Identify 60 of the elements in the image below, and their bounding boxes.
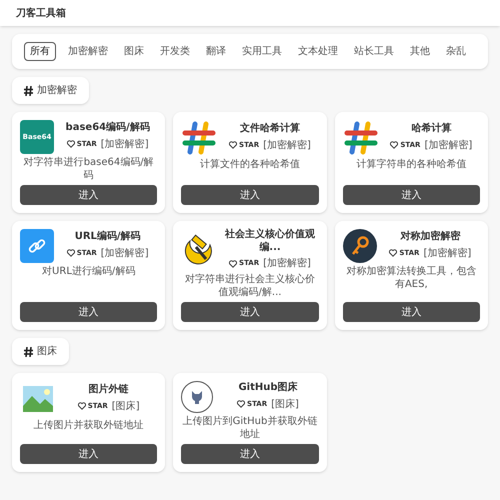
key-icon bbox=[342, 229, 377, 263]
filter-tab[interactable]: 翻译 bbox=[202, 42, 230, 61]
section-heading: 加密解密 bbox=[37, 84, 77, 98]
tool-title: base64编码/解码 bbox=[66, 122, 150, 135]
filter-tab[interactable]: 其他 bbox=[406, 42, 434, 61]
enter-button[interactable]: 进入 bbox=[342, 185, 480, 205]
heart-icon[interactable] bbox=[389, 249, 398, 258]
tool-title: 社会主义核心价值观编... bbox=[224, 229, 316, 254]
tool-description: 对URL进行编码/解码 bbox=[41, 266, 136, 278]
cat-icon bbox=[181, 381, 214, 413]
tool-description: 上传图片到GitHub并获取外链地址 bbox=[182, 416, 318, 441]
filter-tab[interactable]: 实用工具 bbox=[238, 42, 286, 61]
heart-icon[interactable] bbox=[78, 402, 86, 410]
category-tag: [加密解密] bbox=[100, 136, 149, 152]
tool-title: 对称加密解密 bbox=[400, 231, 460, 244]
category-tag: [加密解密] bbox=[100, 246, 149, 261]
heart-icon[interactable] bbox=[66, 249, 75, 258]
filter-tab[interactable]: 开发类 bbox=[156, 42, 194, 61]
heart-icon[interactable] bbox=[229, 141, 238, 150]
hash-icon bbox=[24, 86, 33, 96]
heart-icon[interactable] bbox=[66, 140, 75, 148]
tool-title: 文件哈希计算 bbox=[240, 123, 300, 136]
enter-button[interactable]: 进入 bbox=[181, 185, 319, 205]
tool-title: URL编码/解码 bbox=[74, 231, 141, 244]
app-title: 刀客工具箱 bbox=[16, 6, 66, 20]
filter-tab[interactable]: 文本处理 bbox=[294, 42, 342, 61]
tool-description: 对称加密算法转换工具，包含有AES, bbox=[345, 266, 478, 291]
category-tag: [加密解密] bbox=[423, 246, 472, 261]
category-tag: [加密解密] bbox=[263, 138, 311, 153]
hash-icon bbox=[181, 120, 218, 156]
enter-button[interactable]: 进入 bbox=[181, 444, 319, 464]
heart-icon[interactable] bbox=[229, 260, 238, 268]
heart-icon[interactable] bbox=[390, 141, 398, 150]
tool-title: 图片外链 bbox=[88, 384, 129, 397]
tool-description: 上传图片并获取外链地址 bbox=[32, 420, 145, 432]
category-tag: [加密解密] bbox=[424, 138, 472, 153]
category-tag: [图床] bbox=[271, 396, 299, 412]
enter-button[interactable]: 进入 bbox=[20, 444, 158, 464]
filter-tab[interactable]: 图床 bbox=[120, 42, 148, 61]
enter-button[interactable]: 进入 bbox=[20, 185, 158, 205]
filter-tab[interactable]: 站长工具 bbox=[350, 42, 398, 61]
tool-description: 计算文件的各种哈希值 bbox=[198, 159, 301, 172]
tool-description: 对字符串进行社会主义核心价值观编码/解... bbox=[184, 274, 316, 299]
hash-icon bbox=[24, 346, 33, 356]
hash-icon bbox=[342, 120, 379, 156]
heart-icon[interactable] bbox=[237, 400, 246, 408]
filter-tab[interactable]: 加密解密 bbox=[64, 42, 112, 61]
enter-button[interactable]: 进入 bbox=[181, 302, 319, 322]
category-tag: [加密解密] bbox=[263, 256, 311, 271]
tool-description: 对字符串进行base64编码/解码 bbox=[22, 157, 155, 182]
section-heading: 图床 bbox=[37, 344, 57, 359]
tool-title: GitHub图床 bbox=[238, 382, 298, 395]
link-icon bbox=[20, 229, 54, 263]
tool-description: 计算字符串的各种哈希值 bbox=[355, 159, 468, 172]
enter-button[interactable]: 进入 bbox=[20, 302, 158, 322]
filter-tab[interactable]: 所有 bbox=[24, 42, 56, 61]
filter-tab[interactable]: 杂乱 bbox=[442, 42, 470, 61]
category-tag: [图床] bbox=[112, 398, 140, 414]
enter-button[interactable]: 进入 bbox=[342, 302, 480, 322]
tool-title: 哈希计算 bbox=[411, 123, 452, 136]
